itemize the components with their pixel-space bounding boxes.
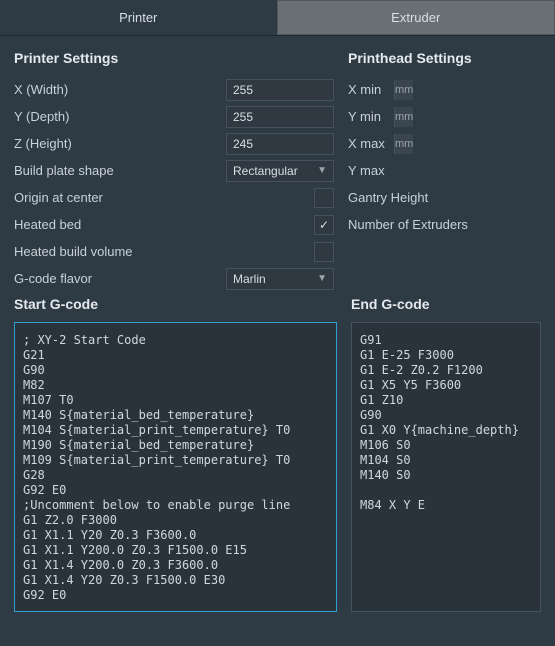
z-height-label: Z (Height) — [14, 136, 226, 151]
end-gcode-title: End G-code — [351, 296, 541, 312]
heated-bed-checkbox[interactable]: ✓ — [314, 215, 334, 235]
x-width-label: X (Width) — [14, 82, 226, 97]
printer-settings-title: Printer Settings — [14, 50, 334, 66]
plate-shape-select[interactable]: Rectangular ▼ — [226, 160, 334, 182]
heated-bed-label: Heated bed — [14, 217, 226, 232]
origin-center-checkbox[interactable] — [314, 188, 334, 208]
end-gcode-textarea[interactable]: G91 G1 E-25 F3000 G1 E-2 Z0.2 F1200 G1 X… — [351, 322, 541, 612]
chevron-down-icon: ▼ — [317, 273, 327, 284]
plate-shape-label: Build plate shape — [14, 163, 226, 178]
printhead-settings-title: Printhead Settings — [348, 50, 538, 66]
gcode-flavor-select[interactable]: Marlin ▼ — [226, 268, 334, 290]
ymax-label: Y max — [348, 163, 538, 178]
z-height-input[interactable]: mm — [226, 133, 334, 155]
tab-extruder[interactable]: Extruder — [277, 0, 555, 35]
x-width-input[interactable]: mm — [226, 79, 334, 101]
y-depth-input[interactable]: mm — [226, 106, 334, 128]
tab-printer[interactable]: Printer — [0, 0, 277, 35]
tab-bar: Printer Extruder — [0, 0, 555, 36]
xmin-label: X min — [348, 82, 538, 97]
gcode-flavor-label: G-code flavor — [14, 271, 226, 286]
start-gcode-textarea[interactable]: ; XY-2 Start Code G21 G90 M82 M107 T0 M1… — [14, 322, 337, 612]
heated-volume-checkbox[interactable] — [314, 242, 334, 262]
origin-center-label: Origin at center — [14, 190, 226, 205]
num-extruders-label: Number of Extruders — [348, 217, 538, 232]
xmax-label: X max — [348, 136, 538, 151]
gcode-flavor-value: Marlin — [233, 272, 266, 286]
start-gcode-title: Start G-code — [14, 296, 337, 312]
y-depth-label: Y (Depth) — [14, 109, 226, 124]
ymin-label: Y min — [348, 109, 538, 124]
plate-shape-value: Rectangular — [233, 164, 298, 178]
gantry-label: Gantry Height — [348, 190, 538, 205]
heated-volume-label: Heated build volume — [14, 244, 226, 259]
chevron-down-icon: ▼ — [317, 165, 327, 176]
